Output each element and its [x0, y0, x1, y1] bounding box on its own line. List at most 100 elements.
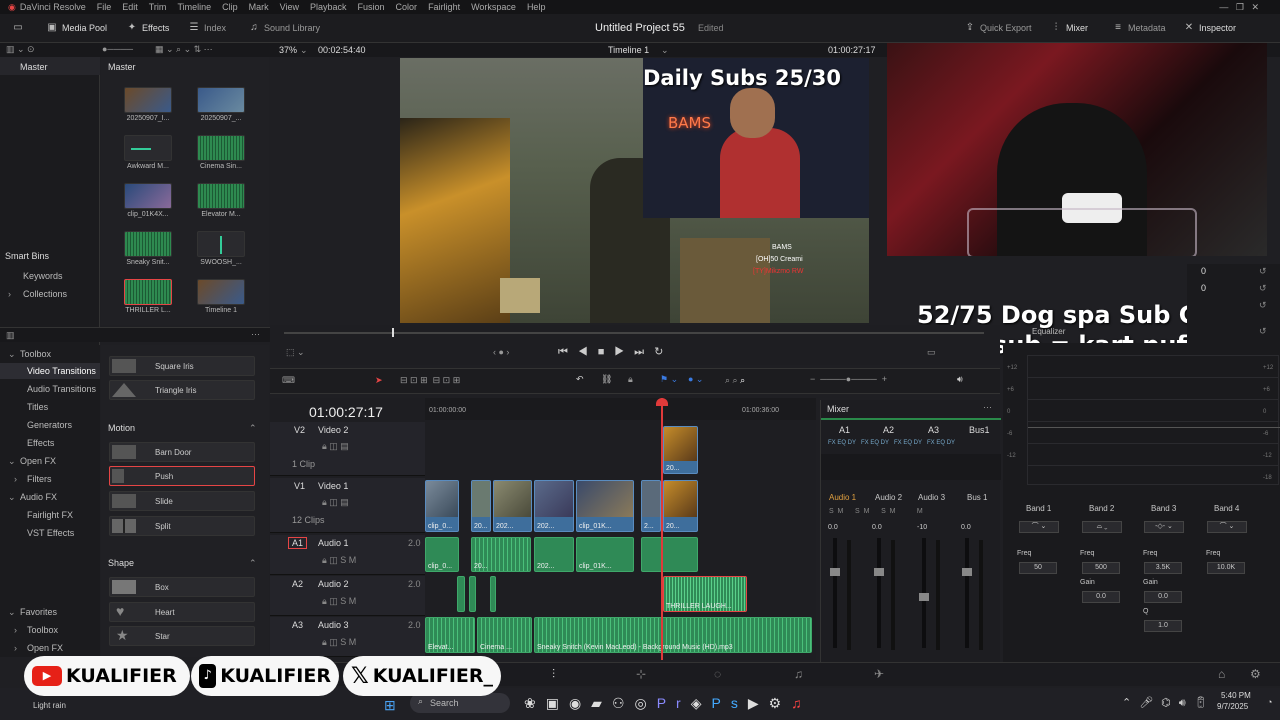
media-thumb[interactable]: [124, 87, 172, 113]
menu-mark[interactable]: Mark: [249, 2, 269, 12]
timeline-options-icon[interactable]: ⌨: [282, 375, 295, 386]
open-fx-node[interactable]: Open FX: [20, 456, 56, 466]
audio-clip[interactable]: [490, 576, 496, 612]
effects-node[interactable]: Effects: [27, 438, 54, 448]
audio-clip[interactable]: [641, 537, 698, 572]
eq-graph[interactable]: [1027, 355, 1280, 485]
mixer-button[interactable]: ⫶ Mixer: [1050, 22, 1088, 34]
jog-control-icon[interactable]: ‹ ● ›: [493, 347, 509, 357]
gain-field[interactable]: 0.0: [1144, 591, 1182, 603]
reset-icon[interactable]: ↺: [1259, 300, 1267, 311]
playhead[interactable]: [661, 398, 663, 660]
zoom-chevron-icon[interactable]: ⌄: [300, 45, 308, 56]
media-thumb[interactable]: [124, 231, 172, 257]
solo-mute-buttons[interactable]: S M S M S M M: [829, 508, 923, 515]
marker-icon[interactable]: ● ⌄: [688, 374, 703, 385]
snap-icon[interactable]: ↶: [576, 374, 584, 385]
notification-icon[interactable]: ◔: [1267, 697, 1272, 707]
taskbar-apps[interactable]: ❀▣◉▰⚇◎Pr◈Ps▶⚙♫: [524, 695, 812, 712]
fx-triangle-iris[interactable]: Triangle Iris: [109, 380, 255, 400]
audio-clip-selected[interactable]: THRILLER LAUGH...: [663, 576, 747, 612]
audio-clip[interactable]: 202...: [534, 537, 574, 572]
zoom-level[interactable]: 37%: [279, 45, 297, 55]
flag-icon[interactable]: ⚑ ⌄: [660, 374, 678, 385]
start-icon[interactable]: ⊞: [384, 697, 396, 714]
fullscreen-icon[interactable]: ▭: [927, 347, 936, 358]
mixer-menu-icon[interactable]: ⋯: [983, 402, 992, 413]
openfx-chevron-icon[interactable]: ⌄: [8, 456, 16, 467]
menu-fairlight[interactable]: Fairlight: [428, 2, 460, 12]
fx-box[interactable]: Box: [109, 577, 255, 597]
menu-color[interactable]: Color: [396, 2, 418, 12]
shape-collapse-icon[interactable]: ⌃: [249, 558, 257, 569]
menu-file[interactable]: File: [97, 2, 112, 12]
video-clip[interactable]: 2...: [641, 480, 661, 532]
media-thumb[interactable]: [124, 183, 172, 209]
timeline-chevron-icon[interactable]: ⌄: [661, 45, 669, 56]
collections-bin[interactable]: Collections: [23, 289, 67, 299]
fav-toolbox-node[interactable]: Toolbox: [27, 625, 58, 635]
fav-toolbox-chevron-icon[interactable]: ›: [14, 625, 17, 635]
menu-view[interactable]: View: [280, 2, 299, 12]
video-clip[interactable]: clip_01K...: [576, 480, 634, 532]
fx-heart[interactable]: ♥ Heart: [109, 602, 255, 622]
fx-square-iris[interactable]: Square Iris: [109, 356, 255, 376]
scrubber-bar[interactable]: [284, 332, 984, 334]
video-clip[interactable]: 20...: [471, 480, 491, 532]
channel-fader[interactable]: [919, 538, 929, 648]
sound-library-button[interactable]: ♫ Sound Library: [248, 22, 320, 34]
menu-trim[interactable]: Trim: [149, 2, 167, 12]
fx-slide[interactable]: Slide: [109, 491, 255, 511]
audio-clip[interactable]: Sneaky Snitch (Kevin MacLeod) - Backgrou…: [534, 617, 812, 653]
timeline-thumb[interactable]: [197, 279, 245, 305]
audio-clip[interactable]: Elevat...: [425, 617, 475, 653]
menu-playback[interactable]: Playback: [310, 2, 347, 12]
media-pool-button[interactable]: ▣ Media Pool: [46, 22, 107, 34]
audio-clip[interactable]: [457, 576, 465, 612]
video-transitions-node[interactable]: Video Transitions: [27, 366, 96, 376]
panel-toggle-icon[interactable]: ▥ ⌄ ⊙: [6, 44, 35, 55]
track-controls-icon[interactable]: 🔒︎ ◫ ▤: [322, 441, 349, 452]
index-button[interactable]: ☰ Index: [188, 22, 227, 34]
track-controls-icon[interactable]: 🔒︎ ◫ S M: [322, 637, 356, 648]
home-icon[interactable]: ⌂: [1218, 667, 1225, 681]
workspace-toggle-icon[interactable]: ▭: [12, 22, 24, 34]
pool-slider-icon[interactable]: ●────: [102, 44, 133, 54]
menu-workspace[interactable]: Workspace: [471, 2, 516, 12]
freq-field[interactable]: 50: [1019, 562, 1057, 574]
fusion-page-icon[interactable]: ⊹: [636, 667, 646, 681]
keywords-bin[interactable]: Keywords: [23, 271, 63, 281]
freq-field[interactable]: 10.0K: [1207, 562, 1245, 574]
window-controls[interactable]: — ❐ ✕: [1219, 2, 1259, 13]
audio-clip[interactable]: clip_01K...: [576, 537, 634, 572]
q-field[interactable]: 1.0: [1144, 620, 1182, 632]
color-page-icon[interactable]: ◌: [714, 667, 721, 681]
audio-fx-node[interactable]: Audio FX: [20, 492, 57, 502]
search-box[interactable]: ⌕ Search: [410, 693, 510, 713]
fairlight-fx-node[interactable]: Fairlight FX: [27, 510, 73, 520]
fav-openfx-node[interactable]: Open FX: [27, 643, 63, 653]
edit-tools-icons[interactable]: ⊟ ⊡ ⊞ ⊟ ⊡ ⊞: [400, 375, 460, 386]
fx-split[interactable]: Split: [109, 516, 255, 536]
audio-transitions-node[interactable]: Audio Transitions: [27, 384, 96, 394]
media-thumb[interactable]: [124, 135, 172, 161]
audio-clip[interactable]: clip_0...: [425, 537, 459, 572]
channel-fader[interactable]: [962, 538, 972, 648]
reset-icon[interactable]: ↺: [1259, 283, 1267, 294]
deliver-page-icon[interactable]: ✈: [874, 667, 884, 681]
value-1[interactable]: 0: [1201, 266, 1206, 276]
band-filter-dropdown[interactable]: -◇- ⌄: [1144, 521, 1184, 533]
pool-view-icons[interactable]: ▦ ⌄ ⌕ ⌄ ⇅ ⋯: [155, 44, 213, 55]
band-filter-dropdown[interactable]: ⌒ ⌄: [1019, 521, 1059, 533]
value-2[interactable]: 0: [1201, 283, 1206, 293]
fx-push[interactable]: Push: [109, 466, 255, 486]
inspector-button[interactable]: ✕ Inspector: [1183, 22, 1236, 34]
media-thumb[interactable]: [197, 135, 245, 161]
clock-date[interactable]: 9/7/2025: [1217, 702, 1248, 711]
track-controls-icon[interactable]: 🔒︎ ◫ S M: [322, 596, 356, 607]
collections-chevron-icon[interactable]: ›: [8, 289, 11, 299]
fx-star[interactable]: ★ Star: [109, 626, 255, 646]
toolbox-node[interactable]: Toolbox: [20, 349, 51, 359]
menu-edit[interactable]: Edit: [122, 2, 138, 12]
viewer-options-icon[interactable]: ⬚ ⌄: [286, 347, 305, 358]
